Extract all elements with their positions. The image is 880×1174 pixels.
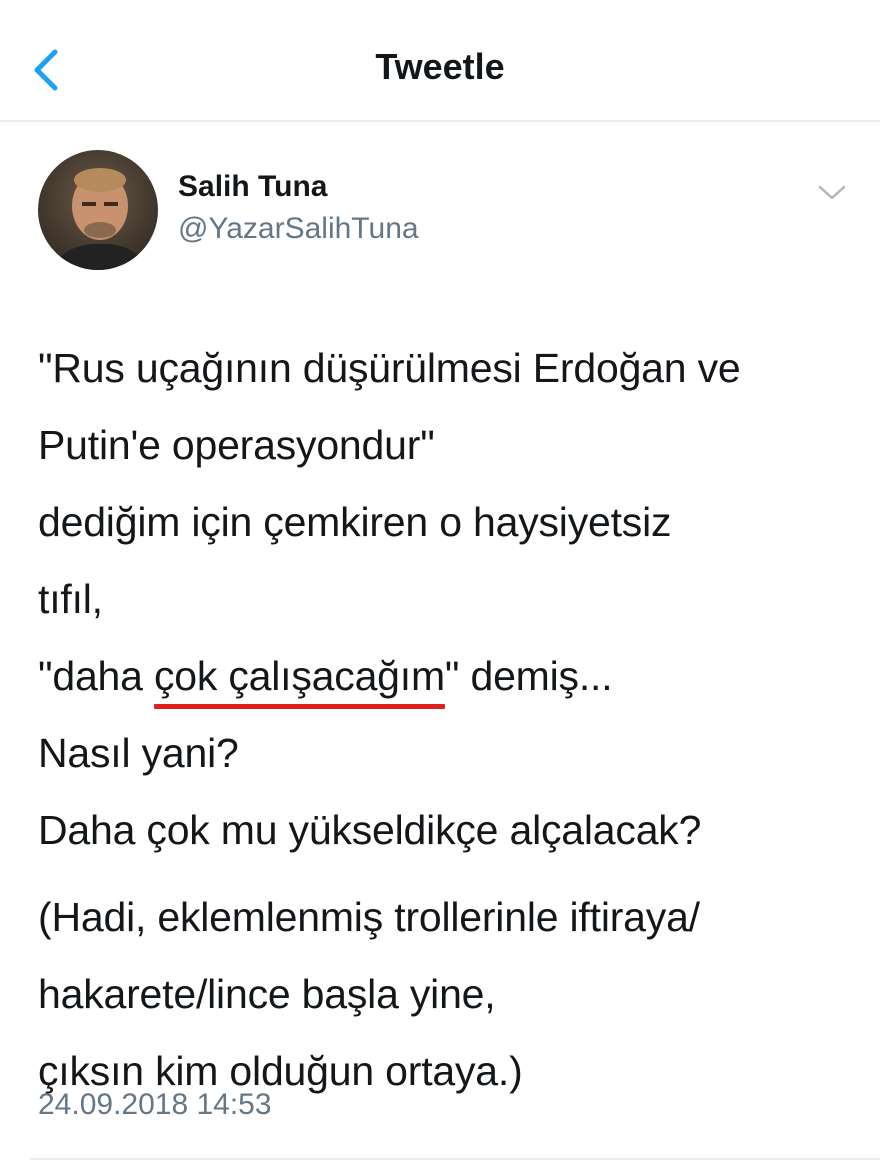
more-options-button[interactable] (812, 178, 852, 208)
profile-photo (38, 150, 158, 270)
author-name[interactable]: Salih Tuna (178, 170, 327, 204)
author-handle[interactable]: @YazarSalihTuna (178, 212, 419, 246)
page-title: Tweetle (375, 46, 505, 87)
chevron-down-icon (818, 185, 846, 200)
tweet-line: dediğim için çemkiren o haysiyetsiz (38, 499, 672, 545)
red-underline (153, 704, 445, 709)
tweet-line: "Rus uçağının düşürülmesi Erdoğan ve (38, 345, 741, 391)
tweet-line: hakarete/lince başla yine, (38, 971, 496, 1017)
quote-suffix: " demiş... (444, 653, 613, 699)
tweet-timestamp: 24.09.2018 14:53 (38, 1088, 272, 1121)
avatar[interactable] (38, 150, 158, 270)
tweet-line: Nasıl yani? (38, 730, 239, 776)
tweet-line: Daha çok mu yükseldikçe alçalacak? (38, 807, 702, 853)
underlined-phrase-text: çok çalışacağım (153, 653, 445, 699)
tweet-line: (Hadi, eklemlenmiş trollerinle iftiraya/ (38, 894, 700, 940)
tweet-text: "Rus uçağının düşürülmesi Erdoğan ve Put… (38, 330, 858, 1110)
tweet-quote-line: "daha çok çalışacağım " demiş... (38, 638, 858, 715)
tweet-detail-screen: Tweetle Salih Tuna @YazarSalihTuna "Rus … (0, 0, 880, 1174)
tweet-line: Putin'e operasyondur" (38, 422, 435, 468)
top-nav-bar: Tweetle (0, 0, 880, 122)
tweet-line: tıfıl, (38, 576, 103, 622)
divider (30, 1158, 880, 1160)
underlined-phrase: çok çalışacağım (153, 638, 445, 715)
quote-prefix: "daha (38, 653, 154, 699)
